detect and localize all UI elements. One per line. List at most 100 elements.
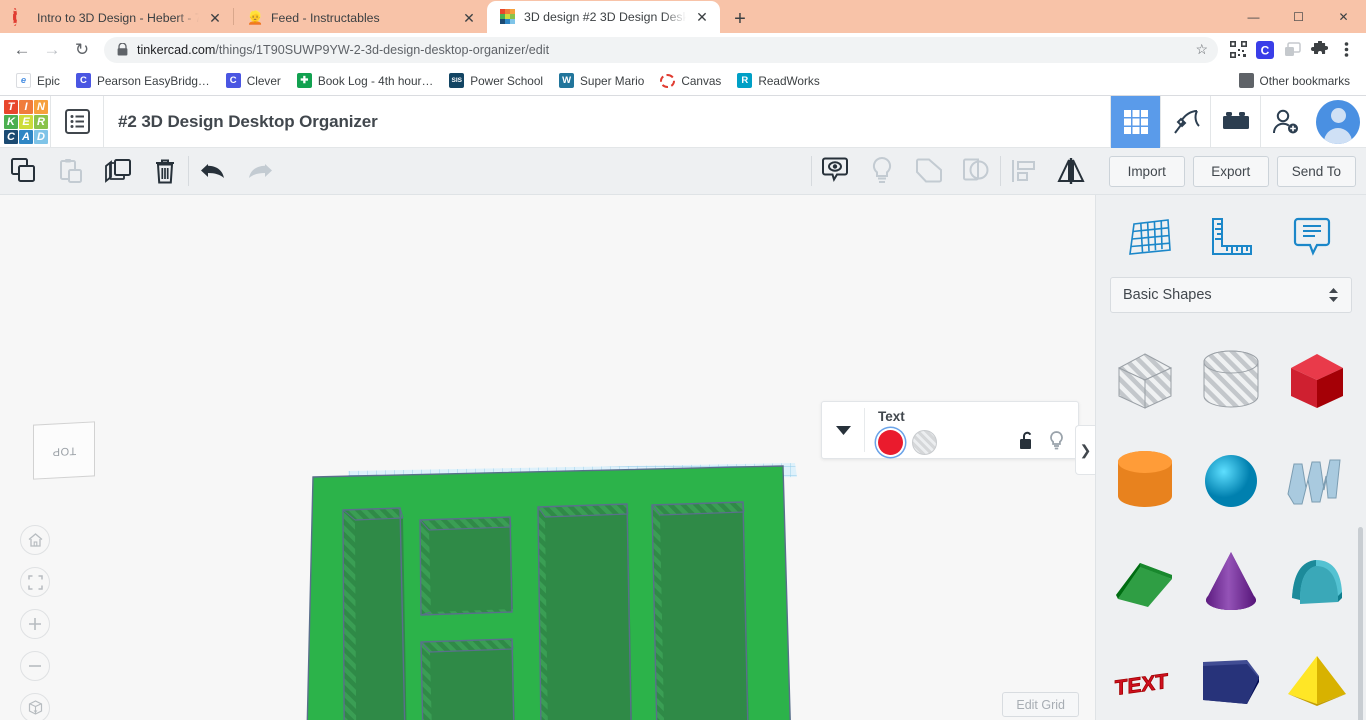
view-cube[interactable]: TOP — [33, 421, 95, 480]
avatar[interactable] — [1316, 99, 1360, 144]
box-shape[interactable] — [1274, 331, 1360, 431]
delete-trash-icon[interactable] — [141, 148, 188, 195]
fit-to-view-icon[interactable] — [20, 567, 50, 597]
desktop-organizer-model[interactable] — [295, 457, 815, 720]
paste-icon[interactable] — [47, 148, 94, 195]
lock-icon — [117, 43, 128, 56]
bookmark-favicon: C — [75, 73, 91, 88]
design-canvas[interactable]: TOP Text Edit Grid ❯ — [0, 195, 1095, 720]
roof-wedge-shape[interactable] — [1102, 531, 1188, 631]
ortho-perspective-icon[interactable] — [20, 693, 50, 720]
bookmark-label: Book Log - 4th hour… — [317, 73, 434, 88]
other-bookmarks-label: Other bookmarks — [1259, 73, 1350, 88]
note-icon[interactable] — [1284, 213, 1340, 261]
lightbulb-icon[interactable] — [1049, 430, 1064, 455]
blocks-grid-icon[interactable] — [1110, 95, 1160, 148]
forward-button[interactable]: → — [38, 36, 66, 64]
bookmark-item[interactable]: R ReadWorks — [730, 70, 826, 91]
shape-type-label: Text — [878, 409, 905, 424]
square-cutout-1 — [419, 516, 513, 616]
home-view-icon[interactable] — [20, 525, 50, 555]
unlocked-padlock-icon[interactable] — [1019, 431, 1035, 455]
tab-close-button[interactable]: ✕ — [694, 10, 710, 24]
ruler-icon[interactable] — [1203, 213, 1259, 261]
export-button[interactable]: Export — [1192, 155, 1269, 187]
bookmark-item[interactable]: SIS Power School — [442, 70, 550, 91]
tab-title: Feed - Instructables — [271, 10, 380, 25]
bookmark-item[interactable]: e Epic — [9, 70, 67, 91]
zoom-out-icon[interactable] — [20, 651, 50, 681]
cylinder-shape[interactable] — [1102, 431, 1188, 531]
sphere-shape[interactable] — [1188, 431, 1274, 531]
invite-person-icon[interactable] — [1260, 95, 1310, 148]
clever-extension-icon[interactable]: C — [1253, 38, 1277, 62]
logo-cell-i — [505, 9, 510, 14]
browser-tab-0[interactable]: Intro to 3D Design - Hebert - 7(A) ✕ — [0, 2, 233, 33]
ungroup-icon[interactable] — [953, 148, 1000, 195]
codeblocks-pickaxe-icon[interactable] — [1160, 95, 1210, 148]
tinkercad-logo[interactable]: TIN KER CAD — [2, 98, 50, 146]
zoom-in-icon[interactable] — [20, 609, 50, 639]
shape-properties-panel[interactable]: Text — [821, 401, 1079, 459]
bookmark-item[interactable]: Canvas — [653, 71, 728, 91]
three-dot-menu-icon[interactable] — [1334, 38, 1358, 62]
half-cylinder-shape[interactable] — [1274, 531, 1360, 631]
hole-swatch[interactable] — [912, 430, 937, 455]
panel-scrollbar-thumb[interactable] — [1358, 527, 1363, 720]
browser-tab-2-active[interactable]: 3D design #2 3D Design Desktop ✕ — [487, 1, 720, 33]
bookmark-item[interactable]: W Super Mario — [552, 70, 651, 91]
copy-icon[interactable] — [0, 148, 47, 195]
import-button[interactable]: Import — [1108, 155, 1185, 187]
new-tab-button[interactable]: + — [726, 5, 754, 33]
send-to-button[interactable]: Send To — [1276, 155, 1356, 187]
tab-close-button[interactable]: ✕ — [461, 11, 477, 25]
bookmark-star-icon[interactable]: ☆ — [1195, 41, 1212, 58]
scribble-shape[interactable] — [1274, 431, 1360, 531]
solid-color-swatch[interactable] — [878, 430, 903, 455]
window-minimize-button[interactable]: — — [1231, 0, 1276, 33]
caret-down-icon[interactable] — [822, 402, 864, 458]
text-shape[interactable]: TEXT — [1102, 631, 1188, 720]
align-icon[interactable] — [1001, 148, 1048, 195]
pyramid-shape[interactable] — [1274, 631, 1360, 720]
bookmark-item[interactable]: C Pearson EasyBridg… — [69, 70, 217, 91]
extension-icons: C — [1226, 38, 1358, 62]
address-bar[interactable]: tinkercad.com/things/1T90SUWP9YW-2-3d-de… — [104, 36, 1218, 63]
bookmark-label: Canvas — [681, 73, 722, 88]
window-close-button[interactable]: ✕ — [1321, 0, 1366, 33]
undo-icon[interactable] — [189, 148, 236, 195]
workplane-icon[interactable] — [1122, 213, 1178, 261]
polygon-shape[interactable] — [1188, 631, 1274, 720]
bricks-icon[interactable] — [1210, 95, 1260, 148]
duplicate-icon[interactable] — [94, 148, 141, 195]
hint-lightbulb-icon[interactable] — [859, 148, 906, 195]
logo-cell-k — [500, 14, 505, 19]
list-menu-icon[interactable] — [51, 96, 103, 148]
other-bookmarks-button[interactable]: Other bookmarks — [1232, 70, 1357, 91]
square-cutout-2 — [420, 638, 515, 720]
back-button[interactable]: ← — [8, 36, 36, 64]
redo-icon[interactable] — [236, 148, 283, 195]
puzzle-extensions-icon[interactable] — [1307, 38, 1331, 62]
qr-code-icon[interactable] — [1226, 38, 1250, 62]
tab-close-button[interactable]: ✕ — [207, 11, 223, 25]
browser-tab-1[interactable]: 👱 Feed - Instructables ✕ — [234, 2, 487, 33]
shape-library-label: Basic Shapes — [1123, 287, 1212, 303]
cast-icon[interactable] — [1280, 38, 1304, 62]
cone-shape[interactable] — [1188, 531, 1274, 631]
edit-grid-button[interactable]: Edit Grid — [1002, 692, 1079, 717]
show-hide-eye-icon[interactable] — [812, 148, 859, 195]
cylinder-hole-shape[interactable] — [1188, 331, 1274, 431]
reload-button[interactable]: ↻ — [68, 36, 96, 64]
shape-library-select[interactable]: Basic Shapes — [1110, 277, 1352, 313]
url-domain: tinkercad.com — [137, 42, 216, 57]
box-hole-shape[interactable] — [1102, 331, 1188, 431]
window-maximize-button[interactable]: ☐ — [1276, 0, 1321, 33]
mirror-flip-icon[interactable] — [1048, 148, 1095, 195]
collapse-panel-button[interactable]: ❯ — [1075, 425, 1095, 475]
bookmark-label: Clever — [246, 73, 281, 88]
bookmark-item[interactable]: ✚ Book Log - 4th hour… — [290, 70, 440, 91]
bookmark-item[interactable]: C Clever — [219, 70, 288, 91]
browser-tabstrip: Intro to 3D Design - Hebert - 7(A) ✕ 👱 F… — [0, 0, 1366, 33]
group-icon[interactable] — [906, 148, 953, 195]
